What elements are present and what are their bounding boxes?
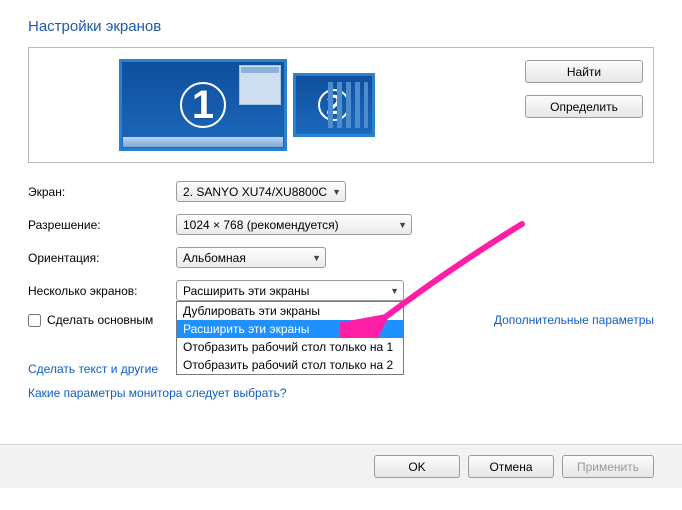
monitor-arrangement-box: 1 2 Найти Определить <box>28 47 654 163</box>
advanced-settings-link[interactable]: Дополнительные параметры <box>494 313 654 327</box>
dropdown-option-only2[interactable]: Отобразить рабочий стол только на 2 <box>177 356 403 374</box>
make-primary-checkbox[interactable] <box>28 314 41 327</box>
orientation-select[interactable]: Альбомная▼ <box>176 247 326 268</box>
page-title: Настройки экранов <box>28 18 654 35</box>
text-size-link[interactable]: Сделать текст и другие <box>28 362 158 376</box>
cancel-button[interactable]: Отмена <box>468 455 554 478</box>
ok-button[interactable]: OK <box>374 455 460 478</box>
identify-button[interactable]: Определить <box>525 95 643 118</box>
monitor-1[interactable]: 1 <box>119 59 287 151</box>
orientation-label: Ориентация: <box>28 251 176 265</box>
multiple-displays-select[interactable]: Расширить эти экраны▼ <box>176 280 404 301</box>
resolution-select[interactable]: 1024 × 768 (рекомендуется)▼ <box>176 214 412 235</box>
screen-select[interactable]: 2. SANYO XU74/XU8800C▼ <box>176 181 346 202</box>
multiple-displays-dropdown: Дублировать эти экраны Расширить эти экр… <box>176 301 404 375</box>
apply-button[interactable]: Применить <box>562 455 654 478</box>
chevron-down-icon: ▼ <box>398 220 407 230</box>
find-button[interactable]: Найти <box>525 60 643 83</box>
multiple-displays-label: Несколько экранов: <box>28 284 176 298</box>
screen-label: Экран: <box>28 185 176 199</box>
dropdown-option-extend[interactable]: Расширить эти экраны <box>177 320 403 338</box>
chevron-down-icon: ▼ <box>312 253 321 263</box>
which-monitor-link[interactable]: Какие параметры монитора следует выбрать… <box>28 386 287 400</box>
dropdown-option-only1[interactable]: Отобразить рабочий стол только на 1 <box>177 338 403 356</box>
chevron-down-icon: ▼ <box>390 286 399 296</box>
resolution-label: Разрешение: <box>28 218 176 232</box>
monitor-2[interactable]: 2 <box>293 73 375 137</box>
make-primary-label: Сделать основным <box>47 313 153 327</box>
chevron-down-icon: ▼ <box>332 187 341 197</box>
dropdown-option-duplicate[interactable]: Дублировать эти экраны <box>177 302 403 320</box>
dialog-button-strip: OK Отмена Применить <box>0 444 682 488</box>
